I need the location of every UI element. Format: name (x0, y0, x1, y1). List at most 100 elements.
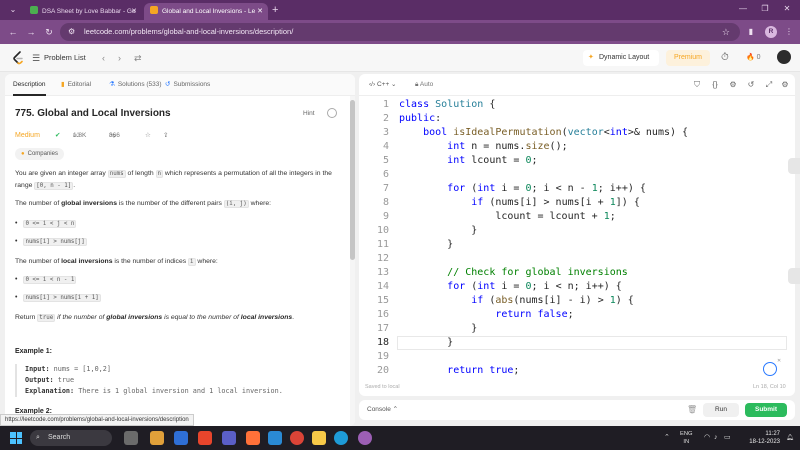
language-indicator[interactable]: ENG IN (680, 430, 693, 446)
format-braces-icon[interactable]: {} (709, 74, 721, 96)
description-scrollbar[interactable] (350, 96, 355, 426)
code-text[interactable]: // Check for global inversions (399, 266, 628, 280)
tray-chevron-icon[interactable]: ⌃ (664, 426, 670, 450)
code-line[interactable]: 8 if (nums[i] > nums[i + 1]) { (359, 196, 795, 210)
browser-tab-dsa-sheet[interactable]: DSA Sheet by Love Babbar - Go ✕ (24, 3, 142, 20)
favorite-star-icon[interactable]: ☆ (145, 130, 151, 142)
code-text[interactable]: bool isIdealPermutation(vector<int>& num… (399, 126, 688, 140)
trash-icon[interactable]: 🗑︎ (687, 400, 697, 420)
close-window-icon[interactable]: ✕ (780, 2, 794, 16)
wifi-icon[interactable]: ◠ (704, 426, 710, 450)
code-line[interactable]: 5 int lcount = 0; (359, 154, 795, 168)
close-chat-icon[interactable]: ✕ (777, 358, 781, 364)
code-line[interactable]: 4 int n = nums.size(); (359, 140, 795, 154)
reload-icon[interactable]: ↻ (42, 25, 56, 39)
code-text[interactable]: for (int i = 0; i < n; i++) { (399, 280, 622, 294)
folder-icon[interactable] (312, 431, 326, 445)
new-tab-icon[interactable]: + (272, 3, 278, 17)
code-text[interactable]: int lcount = 0; (399, 154, 537, 168)
timer-icon[interactable]: ⏱ (721, 51, 729, 65)
tab-editorial[interactable]: ▮ Editorial (61, 74, 91, 96)
url-text[interactable]: leetcode.com/problems/global-and-local-i… (84, 23, 293, 41)
tab-search-icon[interactable]: ⌄ (6, 4, 20, 16)
code-line[interactable]: 2 public: (359, 112, 795, 126)
widgets-icon[interactable] (150, 431, 164, 445)
edge-icon[interactable] (334, 431, 348, 445)
companies-tag[interactable]: ● Companies (15, 148, 64, 160)
problem-list-link[interactable]: Problem List (44, 51, 86, 65)
submit-button[interactable]: Submit (745, 403, 787, 417)
volume-icon[interactable]: ♪ (714, 426, 718, 450)
tab-solutions[interactable]: ⚗ Solutions (533) (109, 74, 162, 96)
more-icon[interactable]: ⚙ (779, 74, 791, 96)
close-tab-icon[interactable]: ✕ (257, 3, 263, 20)
prev-problem-icon[interactable]: ‹ (102, 51, 105, 65)
code-text[interactable]: int n = nums.size(); (399, 140, 567, 154)
browser-menu-icon[interactable]: ⋮ (782, 25, 796, 39)
notifications-icon[interactable]: 🔔︎ (786, 426, 794, 450)
code-line[interactable]: 18 } (359, 336, 795, 350)
code-text[interactable]: class Solution { (399, 98, 495, 112)
brave-icon[interactable] (198, 431, 212, 445)
code-text[interactable]: lcount = lcount + 1; (399, 210, 615, 224)
code-text[interactable]: } (399, 322, 477, 336)
tab-description[interactable]: Description (13, 74, 46, 96)
random-problem-icon[interactable]: ⇄ (134, 51, 142, 65)
tab-submissions[interactable]: ↺ Submissions (165, 74, 210, 96)
code-text[interactable]: public: (399, 112, 441, 126)
console-toggle[interactable]: Console ⌃ (367, 400, 398, 420)
profile-avatar[interactable]: R (765, 26, 777, 38)
browser-tab-leetcode[interactable]: Global and Local Inversions - Le ✕ (144, 3, 268, 20)
chrome-icon[interactable] (290, 431, 304, 445)
sidebar-toggle-icon[interactable]: ▮ (744, 25, 758, 39)
auto-toggle[interactable]: 🔒︎ Auto (415, 74, 433, 96)
code-line[interactable]: 10 } (359, 224, 795, 238)
expand-icon[interactable]: ⤢ (763, 74, 775, 96)
code-line[interactable]: 15 if (abs(nums[i] - i) > 1) { (359, 294, 795, 308)
run-button[interactable]: Run (703, 403, 739, 417)
firefox-icon[interactable] (246, 431, 260, 445)
next-problem-icon[interactable]: › (118, 51, 121, 65)
code-text[interactable]: for (int i = 0; i < n - 1; i++) { (399, 182, 646, 196)
code-line[interactable]: 19 (359, 350, 795, 364)
streak-counter[interactable]: 🔥 0 (746, 51, 761, 65)
bookmark-star-icon[interactable]: ☆ (722, 23, 730, 41)
hint-button[interactable]: Hint (303, 110, 315, 117)
code-line[interactable]: 11 } (359, 238, 795, 252)
code-line[interactable]: 12 (359, 252, 795, 266)
code-line[interactable]: 16 return false; (359, 308, 795, 322)
reset-code-icon[interactable]: ↺ (745, 74, 757, 96)
code-line[interactable]: 14 for (int i = 0; i < n; i++) { (359, 280, 795, 294)
scrollbar-thumb[interactable] (350, 100, 355, 260)
code-line[interactable]: 17 } (359, 322, 795, 336)
teams-icon[interactable] (222, 431, 236, 445)
code-line[interactable]: 9 lcount = lcount + 1; (359, 210, 795, 224)
taskbar-search[interactable]: ⌕ Search (30, 430, 112, 446)
code-text[interactable]: if (abs(nums[i] - i) > 1) { (399, 294, 634, 308)
omnibox[interactable]: ⚙ leetcode.com/problems/global-and-local… (60, 23, 740, 41)
chrome-profile-icon[interactable] (358, 431, 372, 445)
code-text[interactable]: return false; (399, 308, 573, 322)
forward-icon[interactable]: → (24, 25, 38, 39)
leetcode-logo-icon[interactable] (12, 51, 24, 65)
back-icon[interactable]: ← (6, 25, 20, 39)
code-line[interactable]: 20 return true; (359, 364, 795, 378)
premium-button[interactable]: Premium (666, 50, 710, 66)
code-line[interactable]: 3 bool isIdealPermutation(vector<int>& n… (359, 126, 795, 140)
close-tab-icon[interactable]: ✕ (131, 3, 137, 20)
windows-start-icon[interactable] (10, 432, 22, 444)
site-info-icon[interactable]: ⚙ (68, 25, 75, 39)
side-note-icon[interactable] (788, 158, 800, 174)
side-panel-icon[interactable] (788, 268, 800, 284)
code-text[interactable]: } (399, 238, 453, 252)
code-text[interactable]: return true; (399, 364, 519, 378)
code-text[interactable]: } (399, 224, 477, 238)
code-line[interactable]: 1 class Solution { (359, 98, 795, 112)
language-select[interactable]: ‹/› C++ ⌄ (369, 74, 397, 96)
code-line[interactable]: 13 // Check for global inversions (359, 266, 795, 280)
taskbar-clock[interactable]: 11:27 18-12-2023 (738, 430, 780, 446)
settings-icon[interactable]: ⚙ (727, 74, 739, 96)
more-options-icon[interactable] (327, 108, 337, 118)
vscode-icon[interactable] (268, 431, 282, 445)
code-line[interactable]: 7 for (int i = 0; i < n - 1; i++) { (359, 182, 795, 196)
